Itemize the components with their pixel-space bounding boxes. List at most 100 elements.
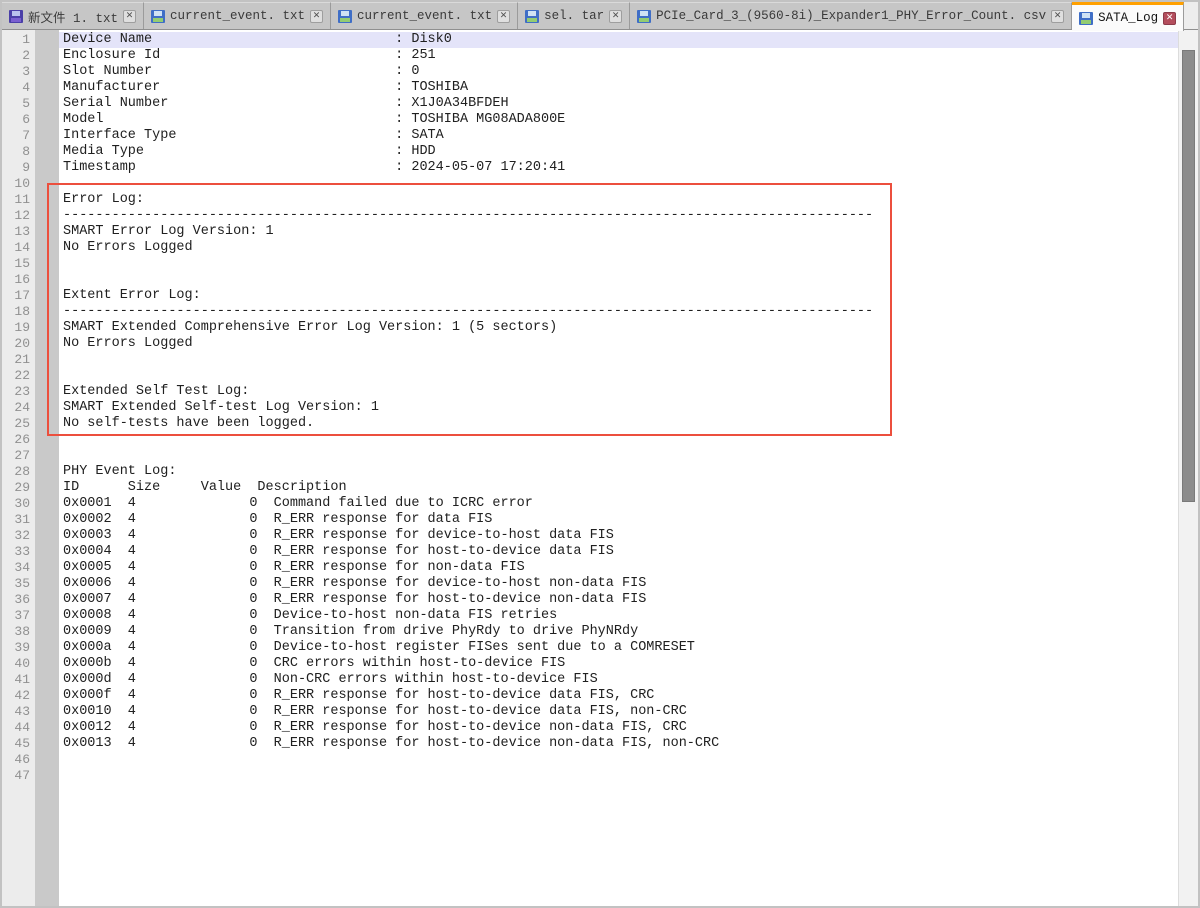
text-line: No self-tests have been logged. bbox=[59, 416, 1178, 432]
text-line: Media Type : HDD bbox=[59, 144, 1178, 160]
line-number: 24 bbox=[2, 400, 35, 416]
close-icon[interactable]: ✕ bbox=[497, 10, 510, 23]
text-line: 0x0003 4 0 R_ERR response for device-to-… bbox=[59, 528, 1178, 544]
close-icon[interactable]: ✕ bbox=[310, 10, 323, 23]
text-line: 0x0006 4 0 R_ERR response for device-to-… bbox=[59, 576, 1178, 592]
text-line: 0x0004 4 0 R_ERR response for host-to-de… bbox=[59, 544, 1178, 560]
line-number: 15 bbox=[2, 256, 35, 272]
text-line: 0x0002 4 0 R_ERR response for data FIS bbox=[59, 512, 1178, 528]
tab-5[interactable]: PCIe_Card_3_(9560-8i)_Expander1_PHY_Erro… bbox=[630, 2, 1072, 29]
text-content[interactable]: Device Name : Disk0Enclosure Id : 251Slo… bbox=[59, 30, 1178, 906]
bookmark-margin bbox=[35, 30, 59, 906]
text-line: ----------------------------------------… bbox=[59, 208, 1178, 224]
tab-label: PCIe_Card_3_(9560-8i)_Expander1_PHY_Erro… bbox=[656, 9, 1046, 23]
text-line: Extent Error Log: bbox=[59, 288, 1178, 304]
text-line: 0x0001 4 0 Command failed due to ICRC er… bbox=[59, 496, 1178, 512]
text-line: No Errors Logged bbox=[59, 240, 1178, 256]
line-number: 41 bbox=[2, 672, 35, 688]
text-line: Error Log: bbox=[59, 192, 1178, 208]
line-number: 18 bbox=[2, 304, 35, 320]
text-line: 0x0007 4 0 R_ERR response for host-to-de… bbox=[59, 592, 1178, 608]
line-number: 23 bbox=[2, 384, 35, 400]
text-line: 0x0013 4 0 R_ERR response for host-to-de… bbox=[59, 736, 1178, 752]
text-line: No Errors Logged bbox=[59, 336, 1178, 352]
line-number: 38 bbox=[2, 624, 35, 640]
text-line: PHY Event Log: bbox=[59, 464, 1178, 480]
text-line: Extended Self Test Log: bbox=[59, 384, 1178, 400]
close-icon[interactable]: ✕ bbox=[1163, 12, 1176, 25]
text-line: Serial Number : X1J0A34BFDEH bbox=[59, 96, 1178, 112]
text-line: 0x000a 4 0 Device-to-host register FISes… bbox=[59, 640, 1178, 656]
text-line: 0x0009 4 0 Transition from drive PhyRdy … bbox=[59, 624, 1178, 640]
text-line bbox=[59, 432, 1178, 448]
tab-label: SATA_Log bbox=[1098, 11, 1158, 25]
line-number: 27 bbox=[2, 448, 35, 464]
line-number: 36 bbox=[2, 592, 35, 608]
floppy-disk-icon bbox=[637, 10, 651, 23]
close-icon[interactable]: ✕ bbox=[1051, 10, 1064, 23]
tab-3[interactable]: current_event. txt ✕ bbox=[331, 2, 518, 29]
line-number: 25 bbox=[2, 416, 35, 432]
line-number: 11 bbox=[2, 192, 35, 208]
line-number: 2 bbox=[2, 48, 35, 64]
text-line: Interface Type : SATA bbox=[59, 128, 1178, 144]
line-number: 44 bbox=[2, 720, 35, 736]
line-number: 13 bbox=[2, 224, 35, 240]
text-line: ID Size Value Description bbox=[59, 480, 1178, 496]
line-number: 35 bbox=[2, 576, 35, 592]
line-number: 31 bbox=[2, 512, 35, 528]
text-line: 0x0008 4 0 Device-to-host non-data FIS r… bbox=[59, 608, 1178, 624]
text-line bbox=[59, 352, 1178, 368]
text-line bbox=[59, 176, 1178, 192]
text-line bbox=[59, 448, 1178, 464]
text-line: 0x000f 4 0 R_ERR response for host-to-de… bbox=[59, 688, 1178, 704]
line-number: 39 bbox=[2, 640, 35, 656]
line-number: 1 bbox=[2, 32, 35, 48]
line-number: 32 bbox=[2, 528, 35, 544]
tab-6[interactable]: SATA_Log ✕ bbox=[1072, 2, 1184, 31]
line-number: 9 bbox=[2, 160, 35, 176]
floppy-disk-icon bbox=[338, 10, 352, 23]
text-line: SMART Error Log Version: 1 bbox=[59, 224, 1178, 240]
line-number: 29 bbox=[2, 480, 35, 496]
line-number: 26 bbox=[2, 432, 35, 448]
tab-label: sel. tar bbox=[544, 9, 604, 23]
floppy-disk-icon bbox=[9, 10, 23, 23]
text-line bbox=[59, 256, 1178, 272]
line-number: 20 bbox=[2, 336, 35, 352]
tab-bar: 新文件 1. txt✕current_event. txt✕current_ev… bbox=[2, 2, 1198, 30]
text-line: Enclosure Id : 251 bbox=[59, 48, 1178, 64]
line-number: 14 bbox=[2, 240, 35, 256]
line-number: 17 bbox=[2, 288, 35, 304]
line-number: 8 bbox=[2, 144, 35, 160]
text-line: ----------------------------------------… bbox=[59, 304, 1178, 320]
tab-2[interactable]: current_event. txt✕ bbox=[144, 2, 331, 29]
line-number: 28 bbox=[2, 464, 35, 480]
text-line: Device Name : Disk0 bbox=[59, 32, 1178, 48]
text-line: SMART Extended Self-test Log Version: 1 bbox=[59, 400, 1178, 416]
close-icon[interactable]: ✕ bbox=[609, 10, 622, 23]
tab-1[interactable]: 新文件 1. txt ✕ bbox=[2, 2, 144, 29]
line-number: 22 bbox=[2, 368, 35, 384]
floppy-disk-icon bbox=[1079, 12, 1093, 25]
tab-4[interactable]: sel. tar ✕ bbox=[518, 2, 630, 29]
scrollbar-thumb[interactable] bbox=[1182, 50, 1195, 502]
tab-label: current_event. txt bbox=[357, 9, 492, 23]
text-line: SMART Extended Comprehensive Error Log V… bbox=[59, 320, 1178, 336]
floppy-disk-icon bbox=[151, 10, 165, 23]
line-number: 46 bbox=[2, 752, 35, 768]
text-line: 0x000b 4 0 CRC errors within host-to-dev… bbox=[59, 656, 1178, 672]
text-line: 0x0010 4 0 R_ERR response for host-to-de… bbox=[59, 704, 1178, 720]
line-number: 40 bbox=[2, 656, 35, 672]
text-line bbox=[59, 272, 1178, 288]
text-line bbox=[59, 768, 1178, 784]
text-line: 0x0005 4 0 R_ERR response for non-data F… bbox=[59, 560, 1178, 576]
line-number: 37 bbox=[2, 608, 35, 624]
tab-label: 新文件 1. txt bbox=[28, 7, 118, 26]
line-number: 6 bbox=[2, 112, 35, 128]
line-number: 42 bbox=[2, 688, 35, 704]
line-number: 16 bbox=[2, 272, 35, 288]
vertical-scrollbar[interactable] bbox=[1178, 30, 1198, 906]
close-icon[interactable]: ✕ bbox=[123, 10, 136, 23]
line-number: 3 bbox=[2, 64, 35, 80]
